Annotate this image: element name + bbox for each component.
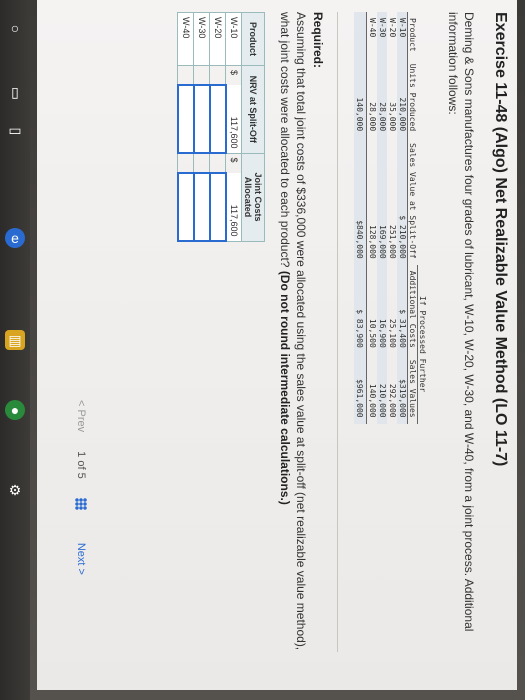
required-note: (Do not round intermediate calculations.…: [278, 270, 292, 505]
nrv-input[interactable]: 117,600: [226, 85, 242, 153]
divider: [337, 12, 338, 652]
nrv-input[interactable]: [194, 85, 210, 153]
edge-icon[interactable]: e: [5, 228, 25, 248]
answer-row: W-10 $ 117,600 $ 117,600: [226, 12, 242, 241]
browser-screen: Exercise 11-48 (Algo) Net Realizable Val…: [37, 0, 517, 690]
table-row: W-20 35,000 251,000 25,100 292,000: [388, 18, 397, 418]
explorer-icon[interactable]: ▤: [5, 330, 25, 350]
col-header: Sales Value at Split-Off: [407, 137, 418, 265]
answer-row: W-30: [194, 12, 210, 241]
data-table: If Processed Further Product Units Produ…: [354, 12, 427, 424]
table-row: W-10 210,000 $ 210,000 $ 31,400 $319,000: [397, 12, 408, 424]
required-text: Assuming that total joint costs of $336,…: [278, 12, 308, 651]
col-header: Units Produced: [407, 57, 418, 138]
pagination: < Prev 1 of 5 Next >: [74, 400, 87, 591]
required-label: Required:: [311, 12, 325, 69]
grid-icon[interactable]: [74, 497, 87, 510]
table-row: W-30 28,000 169,000 16,900 210,000: [377, 12, 387, 424]
intro-text: Deming & Sons manufactures four grades o…: [446, 12, 476, 632]
answer-row: W-20: [210, 12, 226, 241]
next-button[interactable]: Next >: [75, 543, 87, 575]
answer-col-header: Product: [241, 12, 265, 66]
joint-cost-input[interactable]: 117,600: [226, 173, 242, 241]
table-total-row: 140,000 $840,000 $ 83,900 $961,000: [354, 12, 367, 424]
prev-button[interactable]: < Prev: [75, 400, 87, 432]
answer-row: W-40: [178, 12, 194, 241]
col-header: Additional Costs: [407, 264, 418, 354]
search-icon[interactable]: ▯: [5, 82, 25, 102]
taskbar: ○ ▯ ▭ e ▤ ● ⚙: [0, 0, 30, 700]
answer-col-header: Joint Costs Allocated: [241, 153, 265, 241]
answer-col-header: NRV at Split-Off: [241, 65, 265, 153]
group-header: If Processed Further: [417, 264, 427, 424]
page-title: Exercise 11-48 (Algo) Net Realizable Val…: [492, 12, 509, 467]
joint-cost-input[interactable]: [178, 173, 194, 241]
joint-cost-input[interactable]: [194, 173, 210, 241]
settings-icon[interactable]: ⚙: [5, 480, 25, 500]
start-icon[interactable]: ○: [5, 18, 25, 38]
table-row: W-40 28,000 128,000 10,500 140,000: [368, 18, 377, 418]
chrome-icon[interactable]: ●: [5, 400, 25, 420]
nrv-input[interactable]: [178, 85, 194, 153]
task-view-icon[interactable]: ▭: [5, 120, 25, 140]
col-header: Sales Values: [407, 353, 418, 424]
joint-cost-input[interactable]: [210, 173, 226, 241]
col-header: Product: [407, 12, 418, 58]
page-indicator: 1 of 5: [75, 451, 87, 479]
answer-table: Product NRV at Split-Off Joint Costs All…: [177, 12, 265, 242]
nrv-input[interactable]: [210, 85, 226, 153]
